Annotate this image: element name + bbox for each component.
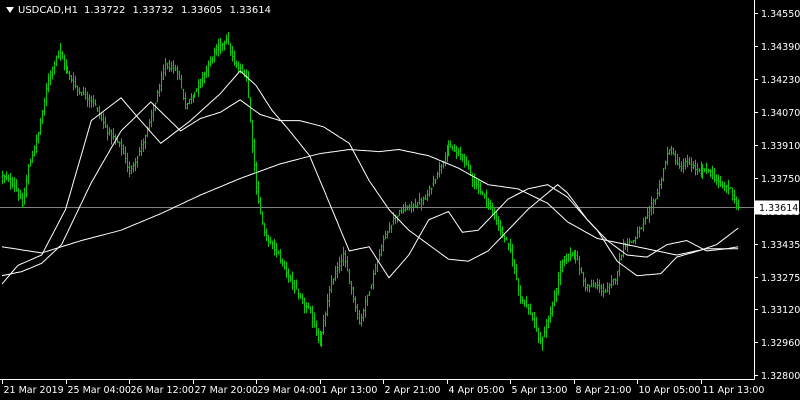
symbol-label: USDCAD,H1 xyxy=(18,4,78,16)
y-tick-label: 1.33750 xyxy=(761,174,800,185)
y-tick-label: 1.34070 xyxy=(761,108,800,119)
ohlc-values: 1.33722 1.33732 1.33605 1.33614 xyxy=(84,5,275,16)
x-tick-label: 11 Apr 13:00 xyxy=(703,385,765,396)
x-tick-label: 25 Mar 04:00 xyxy=(68,385,131,396)
x-tick-label: 5 Apr 13:00 xyxy=(512,385,568,396)
x-tick-label: 27 Mar 20:00 xyxy=(195,385,258,396)
low-value: 1.33605 xyxy=(181,4,223,16)
x-tick-label: 4 Apr 05:00 xyxy=(449,385,505,396)
x-tick-label: 8 Apr 21:00 xyxy=(576,385,632,396)
x-tick-label: 1 Apr 13:00 xyxy=(322,385,378,396)
y-tick-label: 1.34550 xyxy=(761,9,800,20)
current-price-tag: 1.33614 xyxy=(755,200,799,215)
close-value: 1.33614 xyxy=(229,4,271,16)
x-tick-label: 2 Apr 21:00 xyxy=(385,385,441,396)
current-price-label: 1.33614 xyxy=(759,203,798,214)
y-tick-label: 1.33275 xyxy=(761,273,800,284)
x-tick-label: 26 Mar 12:00 xyxy=(131,385,194,396)
y-tick-label: 1.34390 xyxy=(761,42,800,53)
y-tick-label: 1.33120 xyxy=(761,305,800,316)
high-value: 1.33732 xyxy=(132,4,174,16)
y-tick-label: 1.32800 xyxy=(761,371,800,382)
y-tick-label: 1.32960 xyxy=(761,338,800,349)
x-tick-label: 21 Mar 2019 xyxy=(4,385,64,396)
chart-background xyxy=(0,0,800,400)
chart-header: USDCAD,H1 1.33722 1.33732 1.33605 1.3361… xyxy=(4,3,275,17)
chart-window[interactable]: 1.34550 1.34390 1.34230 1.34070 1.33910 1.337… xyxy=(0,0,800,400)
price-chart[interactable]: 1.34550 1.34390 1.34230 1.34070 1.33910 1.337… xyxy=(0,0,800,400)
triangle-down-icon[interactable] xyxy=(6,7,14,13)
y-tick-label: 1.33435 xyxy=(761,240,800,251)
x-tick-label: 29 Mar 04:00 xyxy=(258,385,321,396)
y-tick-label: 1.34230 xyxy=(761,75,800,86)
y-tick-label: 1.33910 xyxy=(761,141,800,152)
open-value: 1.33722 xyxy=(83,4,126,16)
x-tick-label: 10 Apr 05:00 xyxy=(639,385,701,396)
